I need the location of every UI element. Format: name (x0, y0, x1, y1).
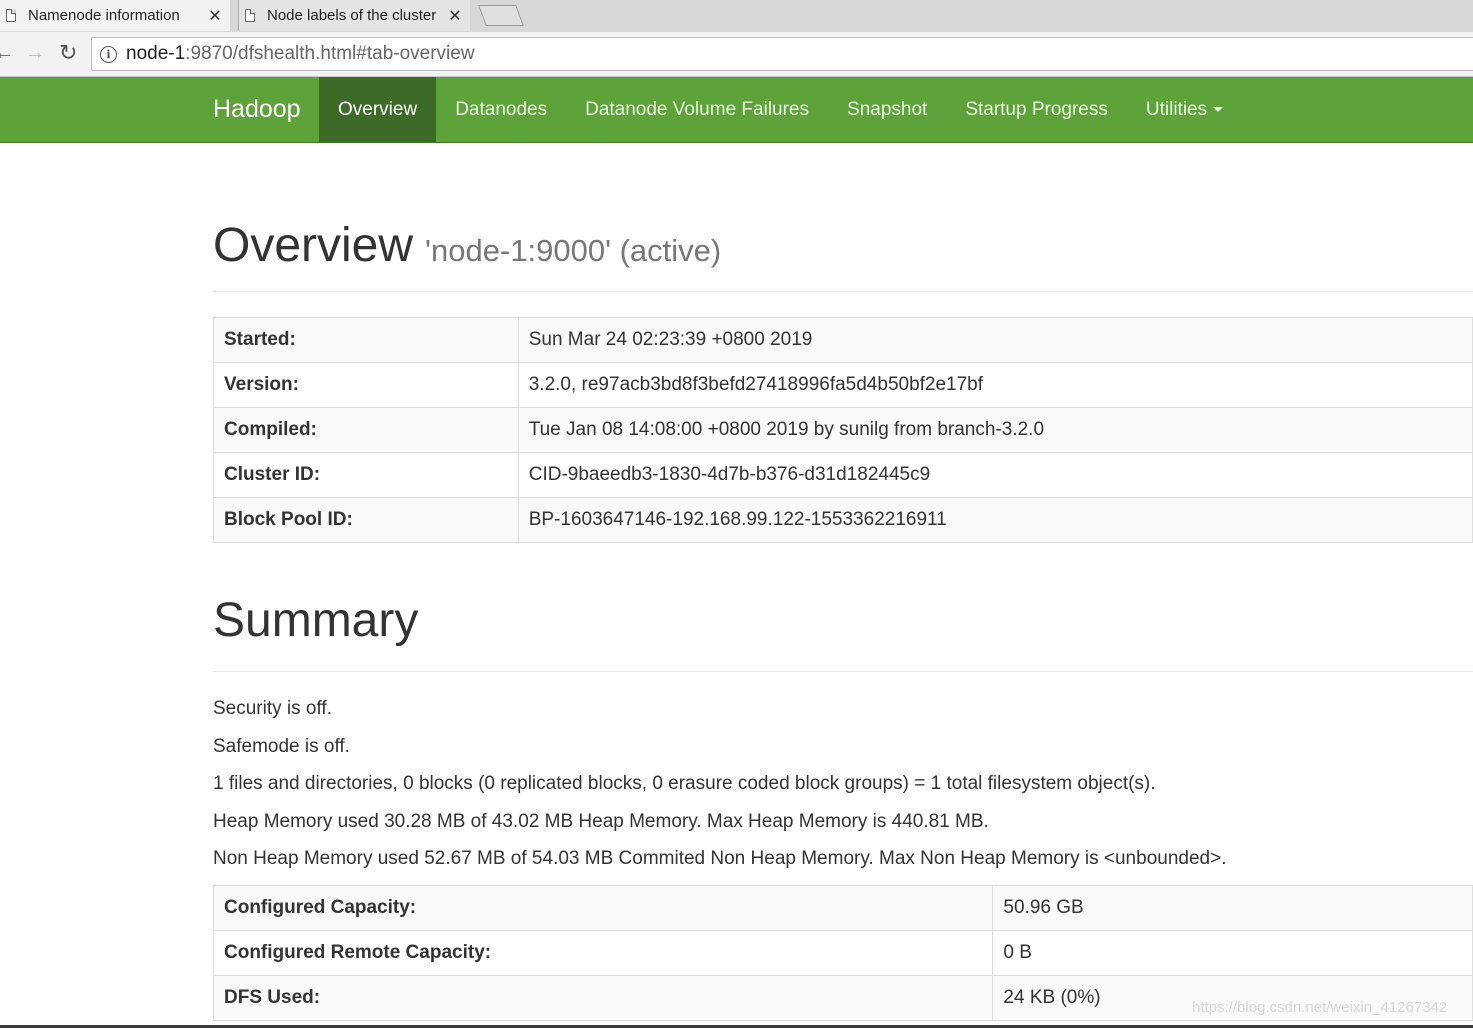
row-label: Configured Remote Capacity: (212, 930, 994, 976)
utilities-label: Utilities (1145, 99, 1208, 120)
table-row: Version: 3.2.0, re97acb3bd8f3befd2741899… (213, 362, 1473, 408)
nav-item-startup-progress[interactable]: Startup Progress (946, 77, 1127, 142)
close-icon[interactable]: ✕ (208, 6, 222, 26)
overview-subtitle: 'node-1:9000' (active) (425, 233, 722, 268)
nav-menu: Overview Datanodes Datanode Volume Failu… (319, 77, 1242, 142)
safemode-status: Safemode is off. (213, 736, 350, 757)
nav-item-datanode-volume-failures[interactable]: Datanode Volume Failures (566, 77, 828, 142)
close-icon[interactable]: ✕ (448, 6, 462, 26)
caret-down-icon (1213, 107, 1224, 113)
row-label: Block Pool ID: (213, 497, 519, 543)
page-icon (6, 9, 16, 22)
row-label: Configured Capacity: (212, 885, 994, 931)
url-path: :9870/dfshealth.html#tab-overview (185, 43, 475, 64)
nav-item-overview[interactable]: Overview (319, 77, 437, 142)
security-status: Security is off. (213, 698, 332, 719)
back-arrow-icon[interactable]: ← (0, 40, 14, 66)
browser-toolbar: ← → ↻ i node-1:9870/dfshealth.html#tab-o… (0, 32, 1473, 77)
overview-heading: Overview 'node-1:9000' (active) (213, 218, 721, 273)
browser-tab-strip: Namenode information ✕ Node labels of th… (0, 0, 1473, 32)
row-label: Compiled: (213, 407, 519, 453)
row-label: Cluster ID: (213, 452, 519, 498)
watermark: https://blog.csdn.net/weixin_41267342 (1192, 999, 1448, 1016)
row-value: CID-9baeedb3-1830-4d7b-b376-d31d182445c9 (517, 452, 1473, 498)
brand-link[interactable]: Hadoop (213, 77, 301, 142)
divider (213, 671, 1473, 672)
row-label: Started: (213, 317, 519, 363)
filesystem-objects: 1 files and directories, 0 blocks (0 rep… (213, 773, 1156, 794)
table-row: Configured Capacity: 50.96 GB (212, 885, 1473, 931)
tab-title: Namenode information (28, 7, 180, 24)
overview-title: Overview (213, 219, 414, 272)
info-icon[interactable]: i (100, 45, 117, 63)
row-value: Tue Jan 08 14:08:00 +0800 2019 by sunilg… (517, 407, 1473, 453)
row-label: DFS Used: (212, 975, 994, 1021)
tab-title: Node labels of the cluster (267, 7, 437, 24)
nav-item-utilities[interactable]: Utilities (1127, 77, 1242, 142)
row-value: Sun Mar 24 02:23:39 +0800 2019 (517, 317, 1473, 363)
table-row: Started: Sun Mar 24 02:23:39 +0800 2019 (213, 317, 1473, 363)
new-tab-button[interactable] (478, 5, 524, 26)
divider (213, 291, 1473, 292)
heap-memory: Heap Memory used 30.28 MB of 43.02 MB He… (213, 811, 989, 832)
table-row: Cluster ID: CID-9baeedb3-1830-4d7b-b376-… (213, 452, 1473, 498)
row-value: BP-1603647146-192.168.99.122-15533622169… (517, 497, 1473, 543)
table-row: Compiled: Tue Jan 08 14:08:00 +0800 2019… (213, 407, 1473, 453)
browser-tab-node-labels[interactable]: Node labels of the cluster ✕ (238, 0, 470, 31)
nav-item-datanodes[interactable]: Datanodes (436, 77, 566, 142)
address-bar[interactable]: i node-1:9870/dfshealth.html#tab-overvie… (91, 37, 1473, 71)
nav-item-snapshot[interactable]: Snapshot (828, 77, 946, 142)
row-value: 3.2.0, re97acb3bd8f3befd27418996fa5d4b50… (517, 362, 1473, 408)
row-value: 0 B (992, 930, 1473, 976)
url-host: node-1 (126, 43, 186, 64)
row-value: 50.96 GB (992, 885, 1473, 931)
table-row: Configured Remote Capacity: 0 B (212, 930, 1473, 976)
table-row: Block Pool ID: BP-1603647146-192.168.99.… (213, 497, 1473, 543)
non-heap-memory: Non Heap Memory used 52.67 MB of 54.03 M… (213, 848, 1227, 869)
row-label: Version: (213, 362, 519, 408)
browser-tab-namenode[interactable]: Namenode information ✕ (0, 0, 230, 31)
reload-icon[interactable]: ↻ (59, 40, 77, 66)
page-icon (245, 9, 255, 22)
overview-table: Started: Sun Mar 24 02:23:39 +0800 2019 … (213, 317, 1473, 543)
summary-heading: Summary (213, 594, 419, 647)
hadoop-navbar: Hadoop Overview Datanodes Datanode Volum… (0, 77, 1473, 143)
forward-arrow-icon[interactable]: → (25, 40, 45, 66)
